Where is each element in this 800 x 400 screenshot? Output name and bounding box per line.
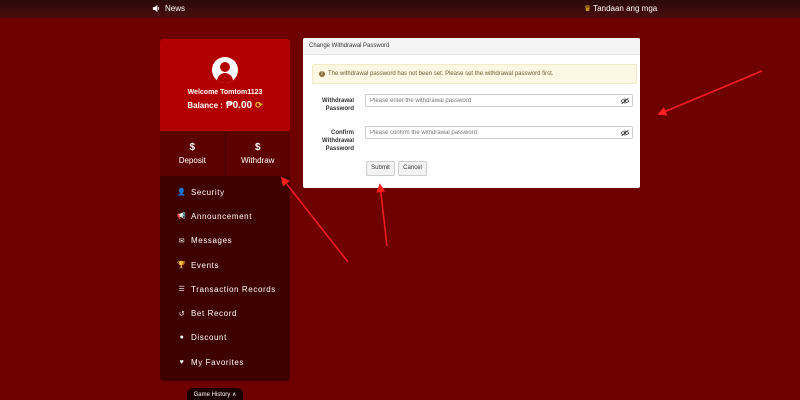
trophy-icon: 🏆: [177, 262, 187, 270]
discount-icon: ●: [179, 334, 185, 342]
menu-item-label: Announcement: [191, 211, 253, 221]
arrow-to-withdraw: [280, 176, 349, 263]
user-shield-icon: 👤: [177, 189, 187, 197]
top-bar: News ♛ Tandaan ang mga: [0, 0, 800, 18]
news-ticker: ♛ Tandaan ang mga: [584, 4, 657, 13]
refresh-icon[interactable]: ⟳: [255, 100, 263, 111]
menu-item-security[interactable]: 👤 Security: [160, 180, 290, 204]
menu-item-announcement[interactable]: 📢 Announcement: [160, 204, 290, 228]
profile-card: Welcome Tomtom1123 Balance : ₱0.00 ⟳: [160, 39, 290, 131]
eye-slash-icon[interactable]: [620, 129, 630, 137]
warning-alert: ! The withdrawal password has not been s…: [312, 64, 637, 84]
deposit-label: Deposit: [178, 156, 206, 165]
speaker-icon: [152, 4, 160, 13]
menu-item-my-favorites[interactable]: ♥ My Favorites: [160, 350, 290, 374]
deposit-button[interactable]: $ Deposit: [160, 131, 225, 176]
envelope-icon: ✉: [178, 237, 186, 245]
change-withdrawal-password-panel: Change Withdrawal Password ! The withdra…: [303, 38, 640, 188]
balance-value: ₱0.00: [225, 100, 253, 111]
cancel-button[interactable]: Cancel: [398, 161, 427, 176]
game-history-tab[interactable]: Game History ∧: [187, 388, 243, 400]
label-line: Password: [325, 146, 354, 152]
menu-item-label: Bet Record: [191, 309, 238, 319]
withdrawal-password-input[interactable]: [365, 94, 633, 107]
menu-item-label: Events: [191, 260, 220, 270]
balance-display: Balance : ₱0.00 ⟳: [187, 100, 262, 111]
avatar-icon: [212, 57, 238, 83]
account-sidebar: Welcome Tomtom1123 Balance : ₱0.00 ⟳ $ D…: [160, 39, 290, 381]
megaphone-icon: 📢: [177, 213, 187, 221]
heart-icon: ♥: [179, 358, 185, 366]
crown-icon: ♛: [584, 4, 592, 13]
label-line: Password: [325, 106, 354, 112]
arrow-to-submit: [376, 183, 388, 247]
withdrawal-password-label: Withdrawal Password: [304, 97, 354, 113]
menu-item-bet-record[interactable]: ↺ Bet Record: [160, 301, 290, 325]
menu-item-label: Security: [191, 187, 225, 197]
hand-money-icon: $: [254, 142, 261, 153]
menu-item-label: Messages: [191, 236, 233, 246]
info-icon: !: [319, 71, 325, 77]
list-icon: ☰: [178, 286, 186, 294]
menu-item-events[interactable]: 🏆 Events: [160, 253, 290, 277]
menu-item-label: Discount: [191, 333, 227, 343]
confirm-withdrawal-password-input[interactable]: [365, 126, 633, 139]
menu-item-transaction-records[interactable]: ☰ Transaction Records: [160, 277, 290, 301]
label-line: Withdrawal: [322, 138, 354, 144]
eye-slash-icon[interactable]: [620, 97, 630, 105]
menu-item-messages[interactable]: ✉ Messages: [160, 229, 290, 253]
welcome-text: Welcome Tomtom1123: [187, 89, 263, 96]
alert-text: The withdrawal password has not been set…: [328, 71, 554, 77]
confirm-withdrawal-password-label: Confirm Withdrawal Password: [304, 129, 354, 153]
news-label: News: [165, 4, 186, 13]
news-link[interactable]: News: [152, 4, 185, 13]
panel-title: Change Withdrawal Password: [303, 38, 640, 55]
label-line: Confirm: [331, 130, 354, 136]
history-icon: ↺: [178, 310, 186, 318]
money-bag-icon: $: [189, 142, 196, 153]
submit-button[interactable]: Submit: [366, 161, 395, 176]
menu-item-discount[interactable]: ● Discount: [160, 326, 290, 350]
ticker-text: Tandaan ang mga: [593, 4, 658, 13]
balance-label: Balance :: [187, 101, 223, 110]
label-line: Withdrawal: [322, 98, 354, 104]
withdraw-button[interactable]: $ Withdraw: [224, 131, 291, 176]
withdraw-label: Withdraw: [241, 156, 275, 165]
wallet-actions: $ Deposit $ Withdraw: [160, 131, 290, 176]
menu-item-label: My Favorites: [191, 357, 244, 367]
account-menu: 👤 Security 📢 Announcement ✉ Messages 🏆 Event…: [160, 180, 290, 374]
arrow-to-password-fields: [657, 70, 763, 116]
menu-item-label: Transaction Records: [191, 284, 276, 294]
